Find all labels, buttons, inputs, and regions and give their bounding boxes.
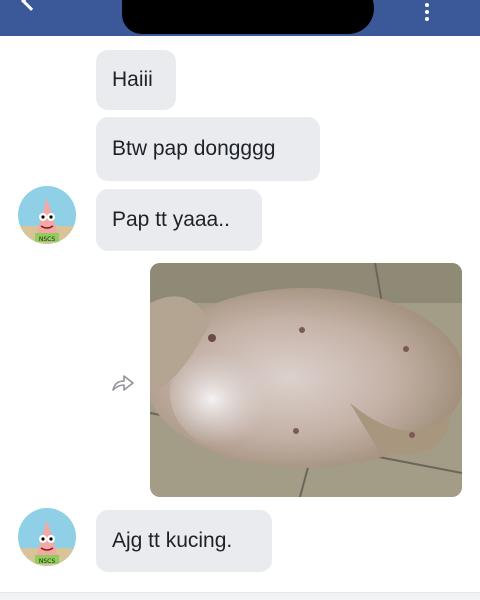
patrick-avatar-icon: NSCS	[18, 186, 76, 244]
avatar-badge: NSCS	[39, 558, 55, 565]
back-arrow-icon[interactable]	[21, 0, 41, 11]
patrick-avatar-icon: NSCS	[18, 508, 76, 566]
message-bubble[interactable]: Haiii	[96, 50, 176, 110]
message-text: Ajg tt kucing.	[112, 529, 233, 552]
message-bubble[interactable]: Pap tt yaaa..	[96, 189, 262, 251]
contact-avatar[interactable]: NSCS	[18, 508, 76, 566]
avatar-badge: NSCS	[39, 236, 55, 243]
message-text: Haiii	[112, 68, 153, 91]
photo-attachment[interactable]	[150, 263, 462, 497]
composer-edge	[0, 592, 480, 600]
message-text: Btw pap dongggg	[112, 137, 276, 160]
message-bubble[interactable]: Ajg tt kucing.	[96, 510, 272, 572]
message-bubble[interactable]: Btw pap dongggg	[96, 117, 320, 181]
cat-belly-photo	[150, 263, 462, 497]
share-icon[interactable]	[110, 370, 136, 396]
contact-avatar[interactable]: NSCS	[18, 186, 76, 244]
message-text: Pap tt yaaa..	[112, 208, 230, 231]
redacted-contact-name	[122, 0, 374, 34]
more-vertical-icon[interactable]	[421, 0, 433, 22]
chat-header	[0, 0, 480, 36]
